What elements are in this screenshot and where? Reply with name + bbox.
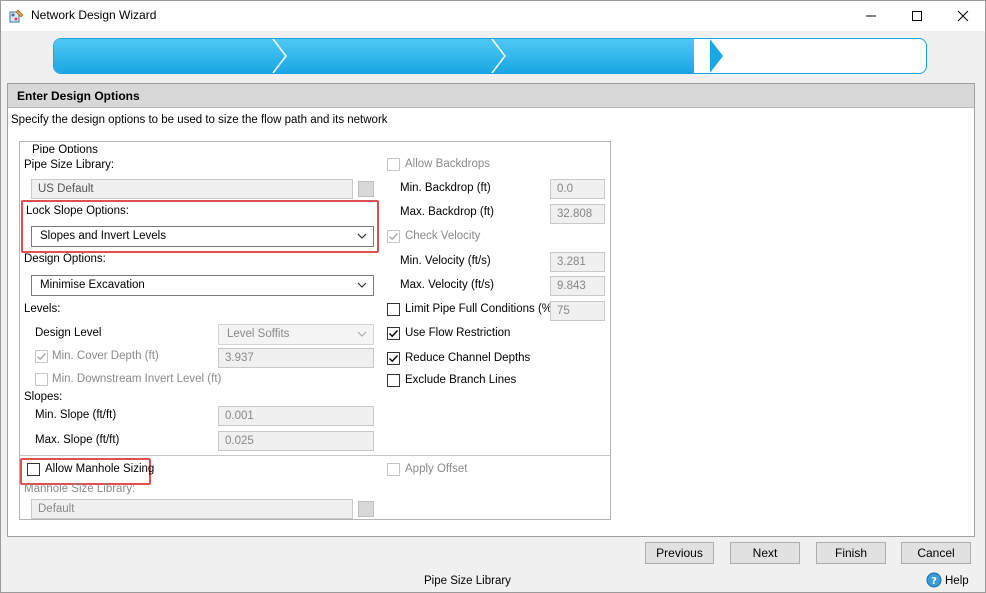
checkmark-icon (37, 353, 47, 361)
group-divider (20, 455, 610, 456)
min-slope-label: Min. Slope (ft/ft) (35, 409, 117, 421)
design-level-select[interactable]: Level Soffits (218, 324, 374, 345)
previous-button[interactable]: Previous (645, 542, 714, 564)
chevron-down-icon (357, 282, 367, 288)
max-backdrop-field[interactable]: 32.808 (550, 204, 605, 224)
manhole-library-browse-button[interactable] (358, 501, 374, 517)
min-slope-field[interactable]: 0.001 (218, 406, 374, 426)
design-options-label: Design Options: (24, 253, 106, 265)
close-icon (957, 10, 969, 21)
chevron-down-icon (357, 331, 367, 337)
pipe-options-legend: Pipe Options (30, 144, 100, 153)
manhole-library-field[interactable]: Default (31, 499, 353, 519)
min-backdrop-label: Min. Backdrop (ft) (400, 182, 491, 194)
levels-label: Levels: (24, 303, 61, 315)
minimize-icon (866, 15, 876, 16)
svg-text:?: ? (931, 576, 937, 587)
allow-backdrops-label: Allow Backdrops (405, 158, 491, 170)
title-bar: Network Design Wizard (0, 0, 986, 31)
help-link[interactable]: Help (945, 575, 969, 587)
min-downstream-checkbox[interactable] (35, 373, 48, 386)
checkmark-icon (389, 355, 399, 363)
window-title: Network Design Wizard (31, 8, 157, 22)
max-slope-label: Max. Slope (ft/ft) (35, 434, 120, 446)
allow-backdrops-checkbox[interactable] (387, 158, 400, 171)
allow-manhole-label: Allow Manhole Sizing (45, 463, 155, 475)
design-options-select[interactable]: Minimise Excavation (31, 275, 374, 296)
max-slope-field[interactable]: 0.025 (218, 431, 374, 451)
close-button[interactable] (940, 0, 986, 31)
use-flow-restriction-checkbox[interactable] (387, 327, 400, 340)
exclude-branch-checkbox[interactable] (387, 374, 400, 387)
apply-offset-checkbox[interactable] (387, 463, 400, 476)
reduce-channel-checkbox[interactable] (387, 352, 400, 365)
manhole-library-label: Manhole Size Library: (24, 483, 136, 495)
min-velocity-label: Min. Velocity (ft/s) (400, 255, 491, 267)
cancel-button[interactable]: Cancel (901, 542, 971, 564)
apply-offset-label: Apply Offset (405, 463, 468, 475)
design-options-value: Minimise Excavation (40, 279, 145, 291)
panel-header: Enter Design Options (8, 84, 974, 108)
min-velocity-field[interactable]: 3.281 (550, 252, 605, 272)
limit-pipe-full-field[interactable]: 75 (550, 301, 605, 321)
pipe-options-group: Pipe Options Pipe Size Library: US Defau… (19, 141, 611, 520)
maximize-button[interactable] (894, 0, 940, 31)
finish-button[interactable]: Finish (816, 542, 886, 564)
pipe-size-library-field[interactable]: US Default (31, 179, 353, 199)
design-level-value: Level Soffits (227, 328, 290, 340)
check-velocity-checkbox[interactable] (387, 230, 400, 243)
maximize-icon (912, 10, 922, 21)
checkmark-icon (389, 233, 399, 241)
wizard-app-icon (9, 8, 25, 24)
chevron-down-icon (357, 233, 367, 239)
design-options-panel: Enter Design Options Specify the design … (7, 83, 975, 537)
reduce-channel-label: Reduce Channel Depths (405, 352, 531, 364)
minimize-button[interactable] (848, 0, 894, 31)
lock-slope-select[interactable]: Slopes and Invert Levels (31, 226, 374, 247)
min-backdrop-field[interactable]: 0.0 (550, 179, 605, 199)
limit-pipe-full-checkbox[interactable] (387, 303, 400, 316)
max-velocity-label: Max. Velocity (ft/s) (400, 279, 494, 291)
limit-pipe-full-label: Limit Pipe Full Conditions (%) (405, 303, 556, 315)
max-backdrop-label: Max. Backdrop (ft) (400, 206, 494, 218)
lock-slope-value: Slopes and Invert Levels (40, 230, 166, 242)
max-velocity-field[interactable]: 9.843 (550, 276, 605, 296)
panel-description: Specify the design options to be used to… (11, 114, 388, 126)
wizard-progress-bar (53, 38, 927, 74)
exclude-branch-label: Exclude Branch Lines (405, 374, 517, 386)
status-text: Pipe Size Library (424, 575, 511, 587)
min-cover-checkbox[interactable] (35, 350, 48, 363)
pipe-size-library-browse-button[interactable] (358, 181, 374, 197)
next-button[interactable]: Next (730, 542, 800, 564)
allow-manhole-checkbox[interactable] (27, 463, 40, 476)
design-level-label: Design Level (35, 327, 102, 339)
lock-slope-label: Lock Slope Options: (26, 205, 129, 217)
use-flow-restriction-label: Use Flow Restriction (405, 327, 511, 339)
panel-title: Enter Design Options (17, 89, 140, 103)
check-velocity-label: Check Velocity (405, 230, 481, 242)
pipe-size-library-label: Pipe Size Library: (24, 159, 115, 171)
checkmark-icon (389, 330, 399, 338)
min-cover-field[interactable]: 3.937 (218, 348, 374, 368)
min-downstream-label: Min. Downstream Invert Level (ft) (52, 373, 222, 385)
min-cover-label: Min. Cover Depth (ft) (52, 350, 159, 362)
slopes-label: Slopes: (24, 391, 63, 403)
help-icon[interactable]: ? (926, 572, 942, 588)
wizard-progress-steps (54, 39, 723, 73)
